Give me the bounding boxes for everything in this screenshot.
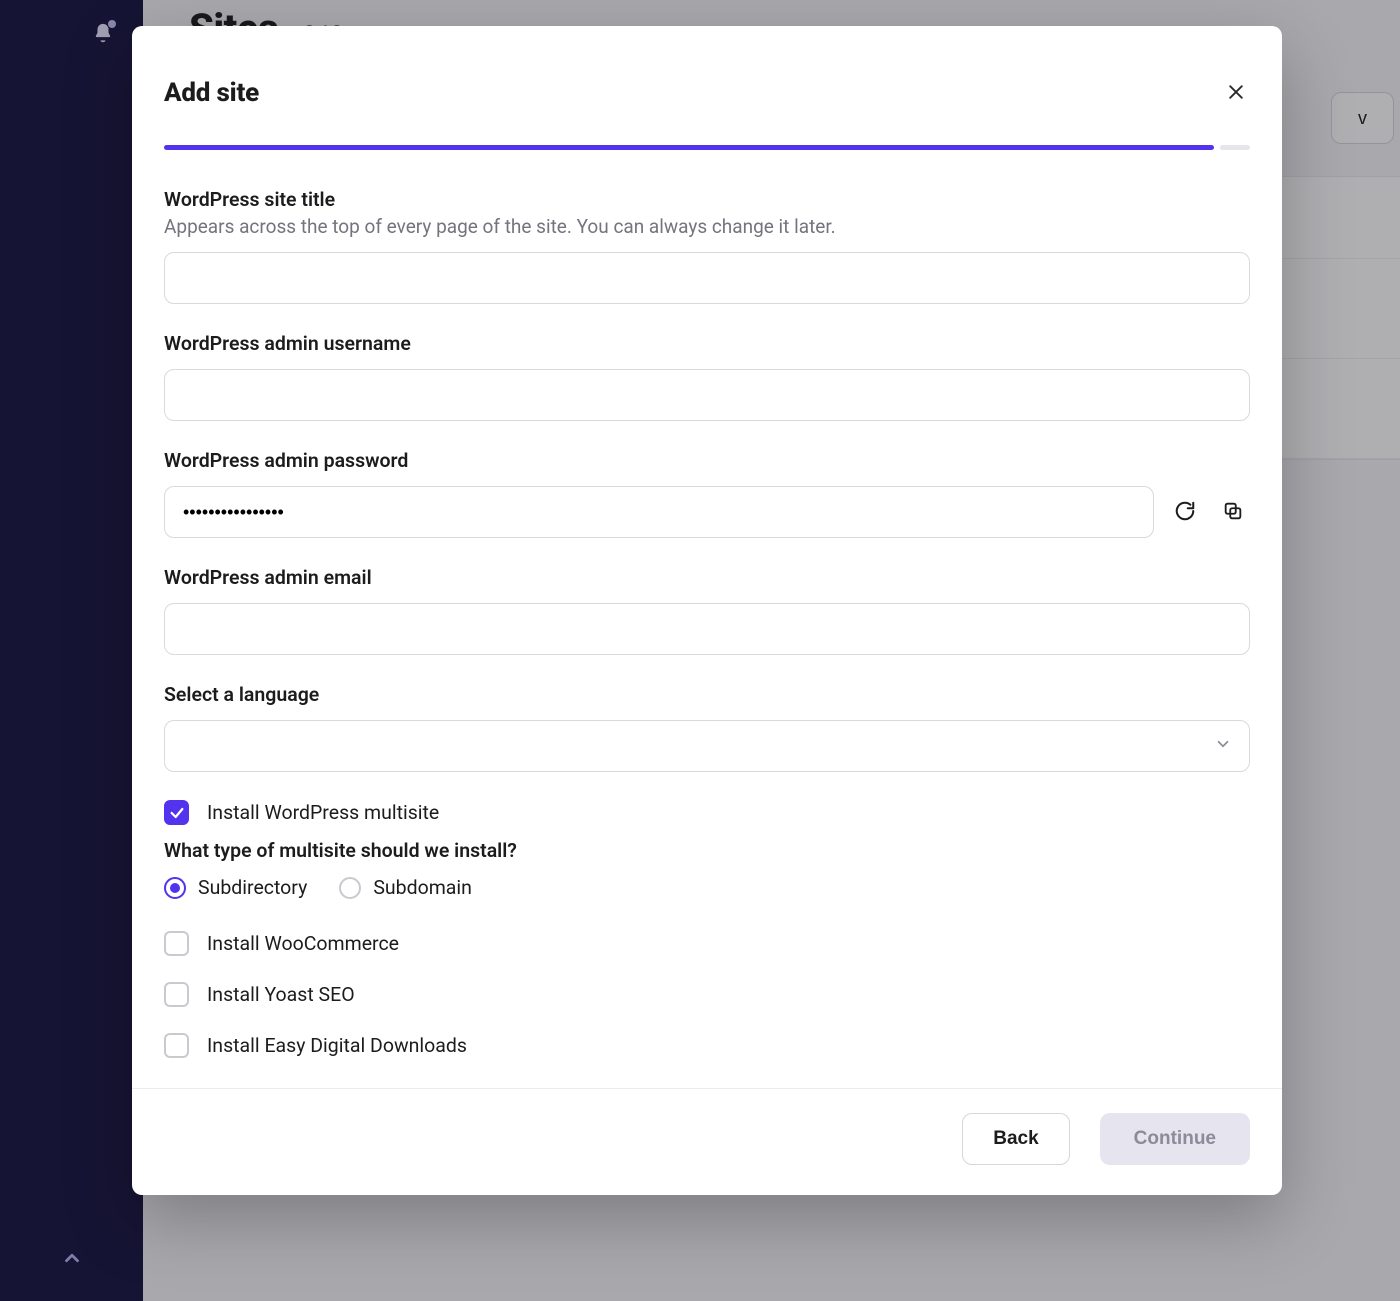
language-select[interactable] xyxy=(164,720,1250,772)
copy-password-button[interactable] xyxy=(1216,494,1250,531)
site-title-sublabel: Appears across the top of every page of … xyxy=(164,215,1250,238)
multisite-question: What type of multisite should we install… xyxy=(164,839,1250,862)
admin-username-label: WordPress admin username xyxy=(164,332,1250,355)
refresh-icon xyxy=(1174,500,1196,522)
admin-username-input[interactable] xyxy=(164,369,1250,421)
regenerate-password-button[interactable] xyxy=(1168,494,1202,531)
progress-bar xyxy=(132,121,1282,150)
field-admin-email: WordPress admin email xyxy=(164,566,1250,655)
language-label: Select a language xyxy=(164,683,1250,706)
radio-subdirectory[interactable] xyxy=(164,877,186,899)
multisite-label: Install WordPress multisite xyxy=(207,801,439,824)
multisite-checkbox[interactable] xyxy=(164,800,189,825)
radio-subdomain-label: Subdomain xyxy=(373,876,472,899)
site-title-input[interactable] xyxy=(164,252,1250,304)
field-language: Select a language xyxy=(164,683,1250,772)
add-site-modal: Add site WordPress site title Appears ac… xyxy=(132,26,1282,1195)
admin-password-input[interactable] xyxy=(164,486,1154,538)
back-button[interactable]: Back xyxy=(962,1113,1069,1165)
field-site-title: WordPress site title Appears across the … xyxy=(164,188,1250,304)
field-admin-username: WordPress admin username xyxy=(164,332,1250,421)
woocommerce-label: Install WooCommerce xyxy=(207,932,399,955)
yoast-label: Install Yoast SEO xyxy=(207,983,355,1006)
close-icon xyxy=(1226,82,1246,102)
multisite-checkbox-row: Install WordPress multisite xyxy=(164,800,1250,825)
yoast-checkbox[interactable] xyxy=(164,982,189,1007)
woocommerce-checkbox[interactable] xyxy=(164,931,189,956)
admin-email-input[interactable] xyxy=(164,603,1250,655)
multisite-type-group: What type of multisite should we install… xyxy=(164,839,1250,899)
admin-email-label: WordPress admin email xyxy=(164,566,1250,589)
field-admin-password: WordPress admin password xyxy=(164,449,1250,538)
continue-button[interactable]: Continue xyxy=(1100,1113,1250,1165)
modal-title: Add site xyxy=(164,78,259,108)
radio-subdomain[interactable] xyxy=(339,877,361,899)
edd-row: Install Easy Digital Downloads xyxy=(164,1033,1250,1058)
close-button[interactable] xyxy=(1222,78,1250,109)
woocommerce-row: Install WooCommerce xyxy=(164,931,1250,956)
yoast-row: Install Yoast SEO xyxy=(164,982,1250,1007)
copy-icon xyxy=(1222,500,1244,522)
admin-password-label: WordPress admin password xyxy=(164,449,1250,472)
edd-checkbox[interactable] xyxy=(164,1033,189,1058)
radio-subdirectory-label: Subdirectory xyxy=(198,876,307,899)
check-icon xyxy=(169,805,185,821)
site-title-label: WordPress site title xyxy=(164,188,1250,211)
edd-label: Install Easy Digital Downloads xyxy=(207,1034,467,1057)
